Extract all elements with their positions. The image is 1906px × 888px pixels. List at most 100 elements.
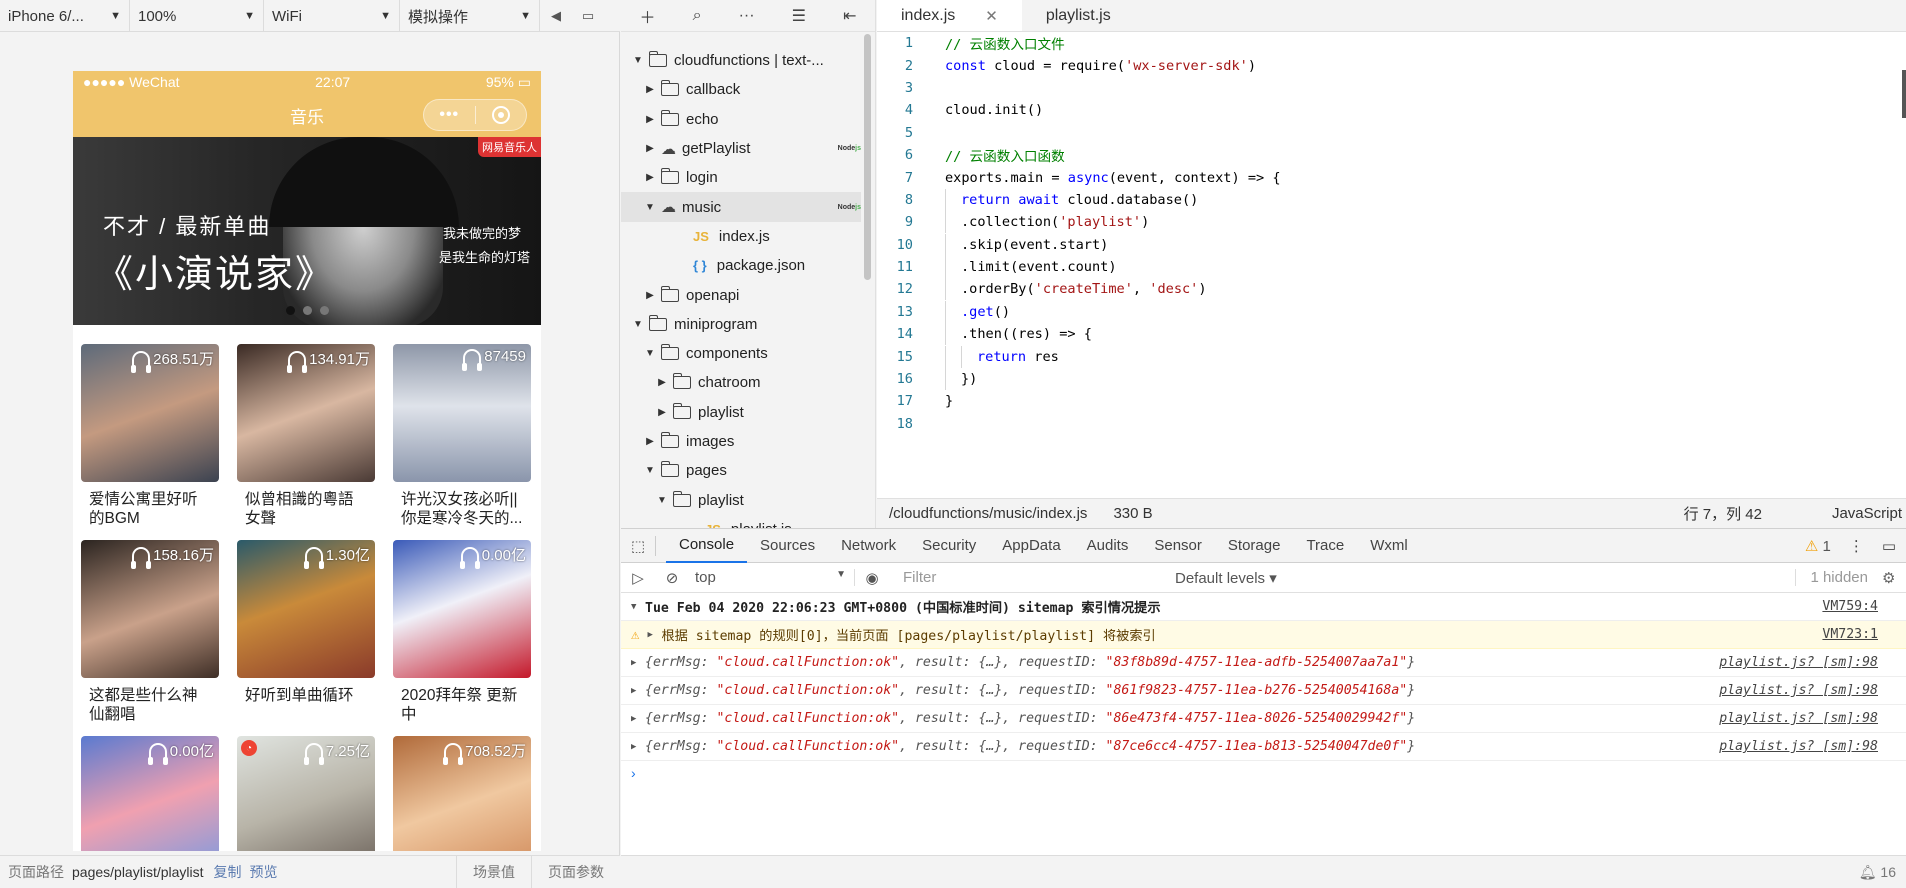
tab-console[interactable]: Console xyxy=(666,529,748,563)
tree-item-images[interactable]: ▶ images xyxy=(621,427,861,456)
network-select[interactable]: WiFi ▼ xyxy=(264,0,400,32)
swiper-dot[interactable] xyxy=(319,306,329,315)
code-line[interactable]: 18 xyxy=(877,413,1906,435)
code-line[interactable]: 9 .collection('playlist') xyxy=(877,211,1906,234)
dock-icon[interactable]: ▭ xyxy=(1882,537,1896,555)
detach-icon[interactable]: ▭ xyxy=(572,0,604,32)
tab-wxml[interactable]: Wxml xyxy=(1357,529,1421,563)
chevron-right-icon[interactable]: ▶ xyxy=(647,630,661,640)
console-group-header[interactable]: ▼ Tue Feb 04 2020 22:06:23 GMT+0800 (中国标准… xyxy=(621,593,1906,621)
code-line[interactable]: 16}) xyxy=(877,368,1906,391)
close-icon[interactable]: ✕ xyxy=(985,7,998,25)
playlist-item[interactable]: 268.51万 爱情公寓里好听的BGM xyxy=(81,344,219,540)
source-link[interactable]: VM723:1 xyxy=(1822,627,1878,642)
tree-item-playlist[interactable]: ▼ playlist xyxy=(621,485,861,514)
console-log-entry[interactable]: ▶ {errMsg: "cloud.callFunction:ok", resul… xyxy=(621,733,1906,761)
chevron-right-icon[interactable]: ▶ xyxy=(631,686,645,696)
code-line[interactable]: 2 const cloud = require('wx-server-sdk') xyxy=(877,54,1906,76)
playlist-item[interactable]: 1.30亿 好听到单曲循环 xyxy=(237,540,375,736)
tree-item-echo[interactable]: ▶ echo xyxy=(621,105,861,134)
code-line[interactable]: 17} xyxy=(877,390,1906,412)
copy-link[interactable]: 复制 xyxy=(210,862,246,882)
playlist-item[interactable]: 0.00亿 2020拜年祭 更新中 xyxy=(393,540,531,736)
code-line[interactable]: 5 xyxy=(877,122,1906,144)
source-link[interactable]: playlist.js? [sm]:98 xyxy=(1719,683,1878,698)
source-link[interactable]: playlist.js? [sm]:98 xyxy=(1719,655,1878,670)
tab-playlist-js[interactable]: playlist.js xyxy=(1022,0,1135,31)
code-line[interactable]: 3 xyxy=(877,77,1906,99)
code-line[interactable]: 13 .get() xyxy=(877,300,1906,323)
chevron-right-icon[interactable]: ▶ xyxy=(631,714,645,724)
tree-item-music[interactable]: ▼ ☁︎ music Nodejs xyxy=(621,192,861,222)
playlist-item[interactable]: 0.00亿 xyxy=(81,736,219,851)
source-link[interactable]: VM759:4 xyxy=(1822,599,1878,614)
search-icon[interactable]: ⌕ xyxy=(693,7,702,25)
tab-sources[interactable]: Sources xyxy=(747,529,828,563)
tree-item-playlist[interactable]: ▶ playlist xyxy=(621,398,861,427)
console-prompt[interactable]: › xyxy=(621,761,1906,785)
source-link[interactable]: playlist.js? [sm]:98 xyxy=(1719,739,1878,754)
code-area[interactable]: 1 // 云函数入口文件 2 const cloud = require('wx-se… xyxy=(877,32,1906,435)
plus-icon[interactable]: ＋ xyxy=(640,4,656,28)
editor-scrollbar[interactable] xyxy=(1898,70,1906,250)
console-log-entry[interactable]: ▶ {errMsg: "cloud.callFunction:ok", resul… xyxy=(621,677,1906,705)
chevron-right-icon[interactable]: ▶ xyxy=(631,658,645,668)
tree-item-callback[interactable]: ▶ callback xyxy=(621,75,861,104)
eye-icon[interactable]: ◉ xyxy=(855,569,889,587)
playlist-item[interactable]: 158.16万 这都是些什么神仙翻唱 xyxy=(81,540,219,736)
device-select[interactable]: iPhone 6/... ▼ xyxy=(0,0,130,32)
language-mode[interactable]: JavaScript xyxy=(1832,505,1906,522)
swiper-dot[interactable] xyxy=(302,306,312,315)
code-line[interactable]: 7 exports.main = async(event, context) =>… xyxy=(877,166,1906,188)
tree-item-login[interactable]: ▶ login xyxy=(621,163,861,192)
playlist-item[interactable]: 708.52万 xyxy=(393,736,531,851)
sidebar-toggle-icon[interactable]: ▷ xyxy=(621,569,655,587)
code-line[interactable]: 10 .skip(event.start) xyxy=(877,233,1906,256)
playlist-item[interactable]: 7.25亿◔C-pop xyxy=(237,736,375,851)
more-icon[interactable]: ••• xyxy=(424,106,475,124)
chevron-down-icon[interactable]: ▼ xyxy=(631,602,645,612)
tab-trace[interactable]: Trace xyxy=(1293,529,1357,563)
console-warning[interactable]: ⚠ ▶ 根据 sitemap 的规则[0]，当前页面 [pages/playlist… xyxy=(621,621,1906,649)
playlist-item[interactable]: 87459 许光汉女孩必听||你是寒冷冬天的... xyxy=(393,344,531,540)
tree-item-chatroom[interactable]: ▶ chatroom xyxy=(621,368,861,397)
tab-audits[interactable]: Audits xyxy=(1074,529,1142,563)
tab-sensor[interactable]: Sensor xyxy=(1141,529,1215,563)
source-link[interactable]: playlist.js? [sm]:98 xyxy=(1719,711,1878,726)
notification-icon[interactable]: 🔔︎ 16 xyxy=(1859,864,1896,881)
zoom-select[interactable]: 100% ▼ xyxy=(130,0,264,32)
cursor-position[interactable]: 行 7，列 42 xyxy=(1684,503,1832,524)
kebab-menu-icon[interactable]: ⋮ xyxy=(1849,537,1864,555)
swiper-banner[interactable]: 不才 / 最新单曲 《小演说家》 我未做完的梦 是我生命的灯塔 网易音乐人 xyxy=(73,137,541,325)
tree-item-getplaylist[interactable]: ▶ ☁︎ getPlaylist Nodejs xyxy=(621,134,861,163)
tree-item-package-json[interactable]: { } package.json xyxy=(621,251,861,280)
tab-network[interactable]: Network xyxy=(828,529,909,563)
preview-link[interactable]: 预览 xyxy=(246,862,282,882)
scene-button[interactable]: 场景值 xyxy=(456,856,531,888)
tab-security[interactable]: Security xyxy=(909,529,989,563)
tree-item-index-js[interactable]: JS index.js xyxy=(621,222,861,251)
tree-item-cloudfunctions-text[interactable]: ▼ cloudfunctions | text-... xyxy=(621,46,861,75)
close-mini-program-icon[interactable] xyxy=(476,106,527,124)
context-select[interactable]: top ▼ xyxy=(689,569,855,586)
clear-console-icon[interactable]: ⊘ xyxy=(655,569,689,587)
explorer-scrollbar[interactable] xyxy=(864,34,871,280)
playlist-item[interactable]: 134.91万 似曾相識的粵語女聲 xyxy=(237,344,375,540)
console-filter-input[interactable]: Filter xyxy=(895,566,1165,589)
log-levels-select[interactable]: Default levels ▾ xyxy=(1175,569,1277,587)
code-line[interactable]: 8 return await cloud.database() xyxy=(877,188,1906,211)
console-log-entry[interactable]: ▶ {errMsg: "cloud.callFunction:ok", resul… xyxy=(621,649,1906,677)
action-select[interactable]: 模拟操作 ▼ xyxy=(400,0,540,32)
swiper-dot[interactable] xyxy=(285,306,295,315)
tree-item-openapi[interactable]: ▶ openapi xyxy=(621,280,861,309)
tab-storage[interactable]: Storage xyxy=(1215,529,1294,563)
page-params-button[interactable]: 页面参数 xyxy=(531,856,620,888)
split-icon[interactable]: ⇤ xyxy=(843,6,856,26)
chevron-right-icon[interactable]: ▶ xyxy=(631,742,645,752)
tree-item-components[interactable]: ▼ components xyxy=(621,339,861,368)
tab-appdata[interactable]: AppData xyxy=(989,529,1073,563)
tree-item-pages[interactable]: ▼ pages xyxy=(621,456,861,485)
code-line[interactable]: 14 .then((res) => { xyxy=(877,323,1906,346)
code-line[interactable]: 4 cloud.init() xyxy=(877,99,1906,121)
console-log-entry[interactable]: ▶ {errMsg: "cloud.callFunction:ok", resul… xyxy=(621,705,1906,733)
